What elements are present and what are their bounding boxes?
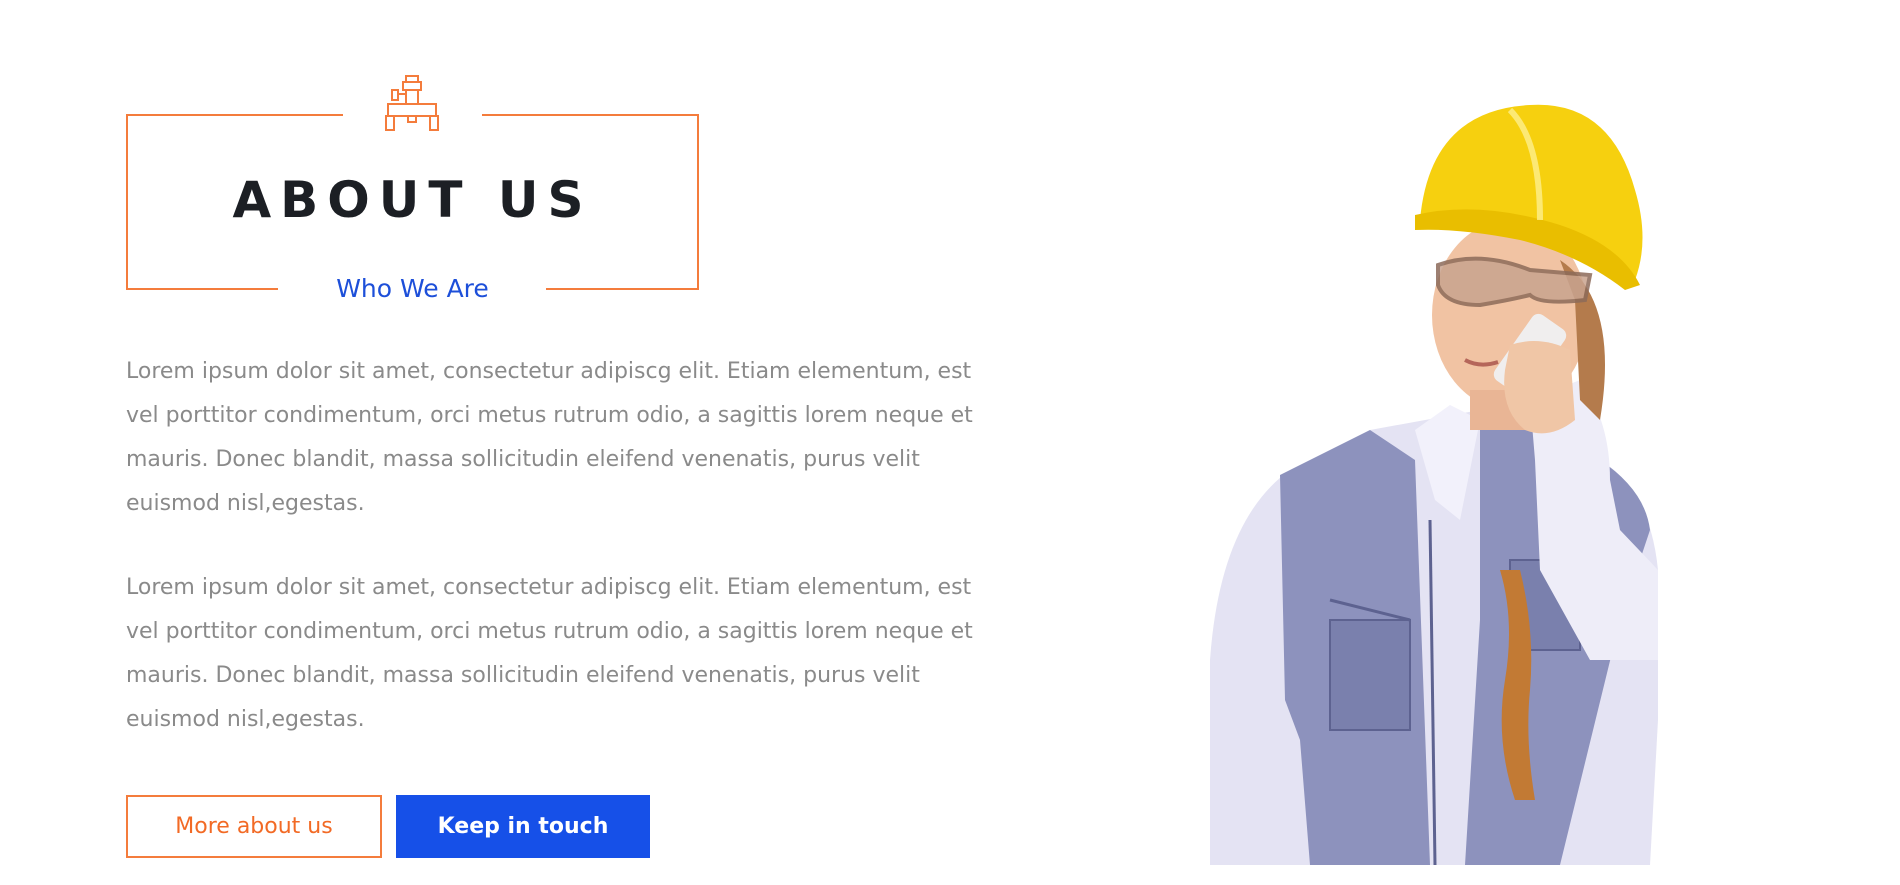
- intro-paragraph: Lorem ipsum dolor sit amet, consectetur …: [126, 575, 973, 732]
- section-subtitle: Who We Are: [336, 274, 489, 303]
- more-about-us-button[interactable]: More about us: [126, 795, 382, 858]
- keep-in-touch-button[interactable]: Keep in touch: [396, 795, 650, 858]
- worker-photo: [1210, 104, 1658, 865]
- about-section: ABOUT US Who We Are Lorem ipsum dolor si…: [0, 0, 1900, 885]
- intro-paragraph: Lorem ipsum dolor sit amet, consectetur …: [126, 359, 973, 516]
- section-title: ABOUT US: [232, 171, 593, 229]
- frame-line: [482, 114, 699, 116]
- frame-line: [126, 114, 343, 116]
